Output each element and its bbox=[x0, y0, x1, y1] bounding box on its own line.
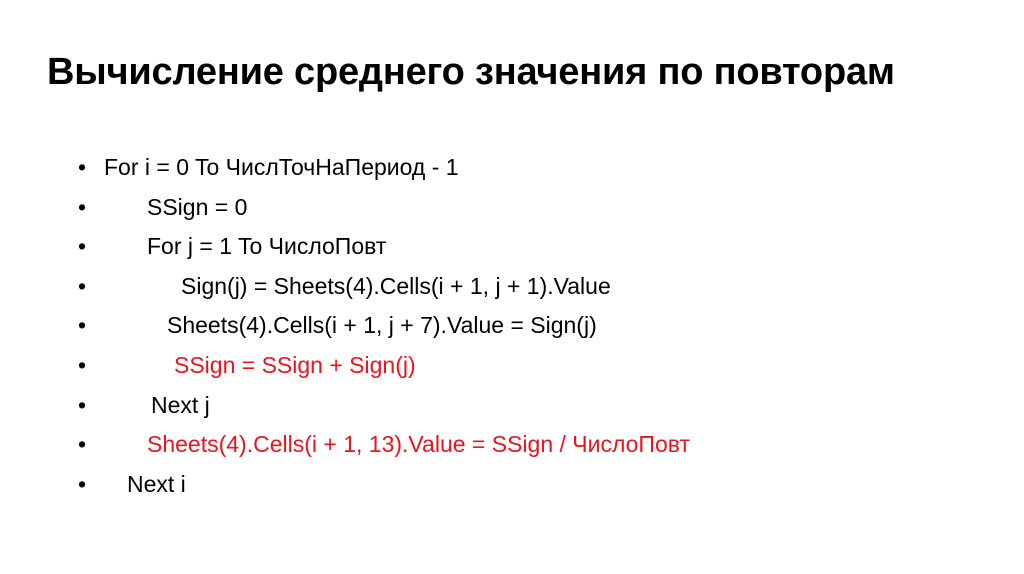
bullet-icon: • bbox=[78, 351, 87, 378]
list-item: • Next j bbox=[0, 386, 1024, 426]
bullet-icon: • bbox=[78, 470, 87, 497]
list-item: • Sign(j) = Sheets(4).Cells(i + 1, j + 1)… bbox=[0, 267, 1024, 307]
list-item: • For j = 1 To ЧислоПовт bbox=[0, 227, 1024, 267]
code-line-text: For j = 1 To ЧислоПовт bbox=[147, 233, 387, 260]
bullet-icon: • bbox=[78, 391, 87, 418]
bullet-icon: • bbox=[78, 193, 87, 220]
bullet-icon: • bbox=[78, 312, 87, 339]
list-item: • SSign = SSign + Sign(j) bbox=[0, 346, 1024, 386]
page-title: Вычисление среднего значения по повторам bbox=[47, 51, 895, 94]
list-item: • Sheets(4).Cells(i + 1, 13).Value = SSig… bbox=[0, 425, 1024, 465]
list-item: • SSign = 0 bbox=[0, 188, 1024, 228]
bullet-icon: • bbox=[78, 272, 87, 299]
list-item: • For i = 0 To ЧислТочНаПериод - 1 bbox=[0, 148, 1024, 188]
code-line-text: Next j bbox=[151, 391, 210, 418]
code-bullet-list: • For i = 0 To ЧислТочНаПериод - 1 • SSign … bbox=[0, 148, 1024, 504]
code-line-text: SSign = SSign + Sign(j) bbox=[174, 351, 416, 378]
slide-canvas: Вычисление среднего значения по повторам… bbox=[0, 0, 1024, 574]
bullet-icon: • bbox=[78, 233, 87, 260]
code-line-text: Sheets(4).Cells(i + 1, j + 7).Value = Si… bbox=[167, 312, 597, 339]
code-line-text: Sign(j) = Sheets(4).Cells(i + 1, j + 1).… bbox=[181, 272, 611, 299]
list-item: • Next i bbox=[0, 465, 1024, 505]
bullet-icon: • bbox=[78, 154, 87, 180]
code-line-text: For i = 0 To ЧислТочНаПериод - 1 bbox=[104, 154, 459, 180]
code-line-text: Sheets(4).Cells(i + 1, 13).Value = SSign… bbox=[147, 431, 691, 458]
list-item: • Sheets(4).Cells(i + 1, j + 7).Value = S… bbox=[0, 306, 1024, 346]
code-line-text: SSign = 0 bbox=[147, 193, 248, 220]
bullet-icon: • bbox=[78, 431, 87, 458]
code-line-text: Next i bbox=[127, 470, 186, 497]
